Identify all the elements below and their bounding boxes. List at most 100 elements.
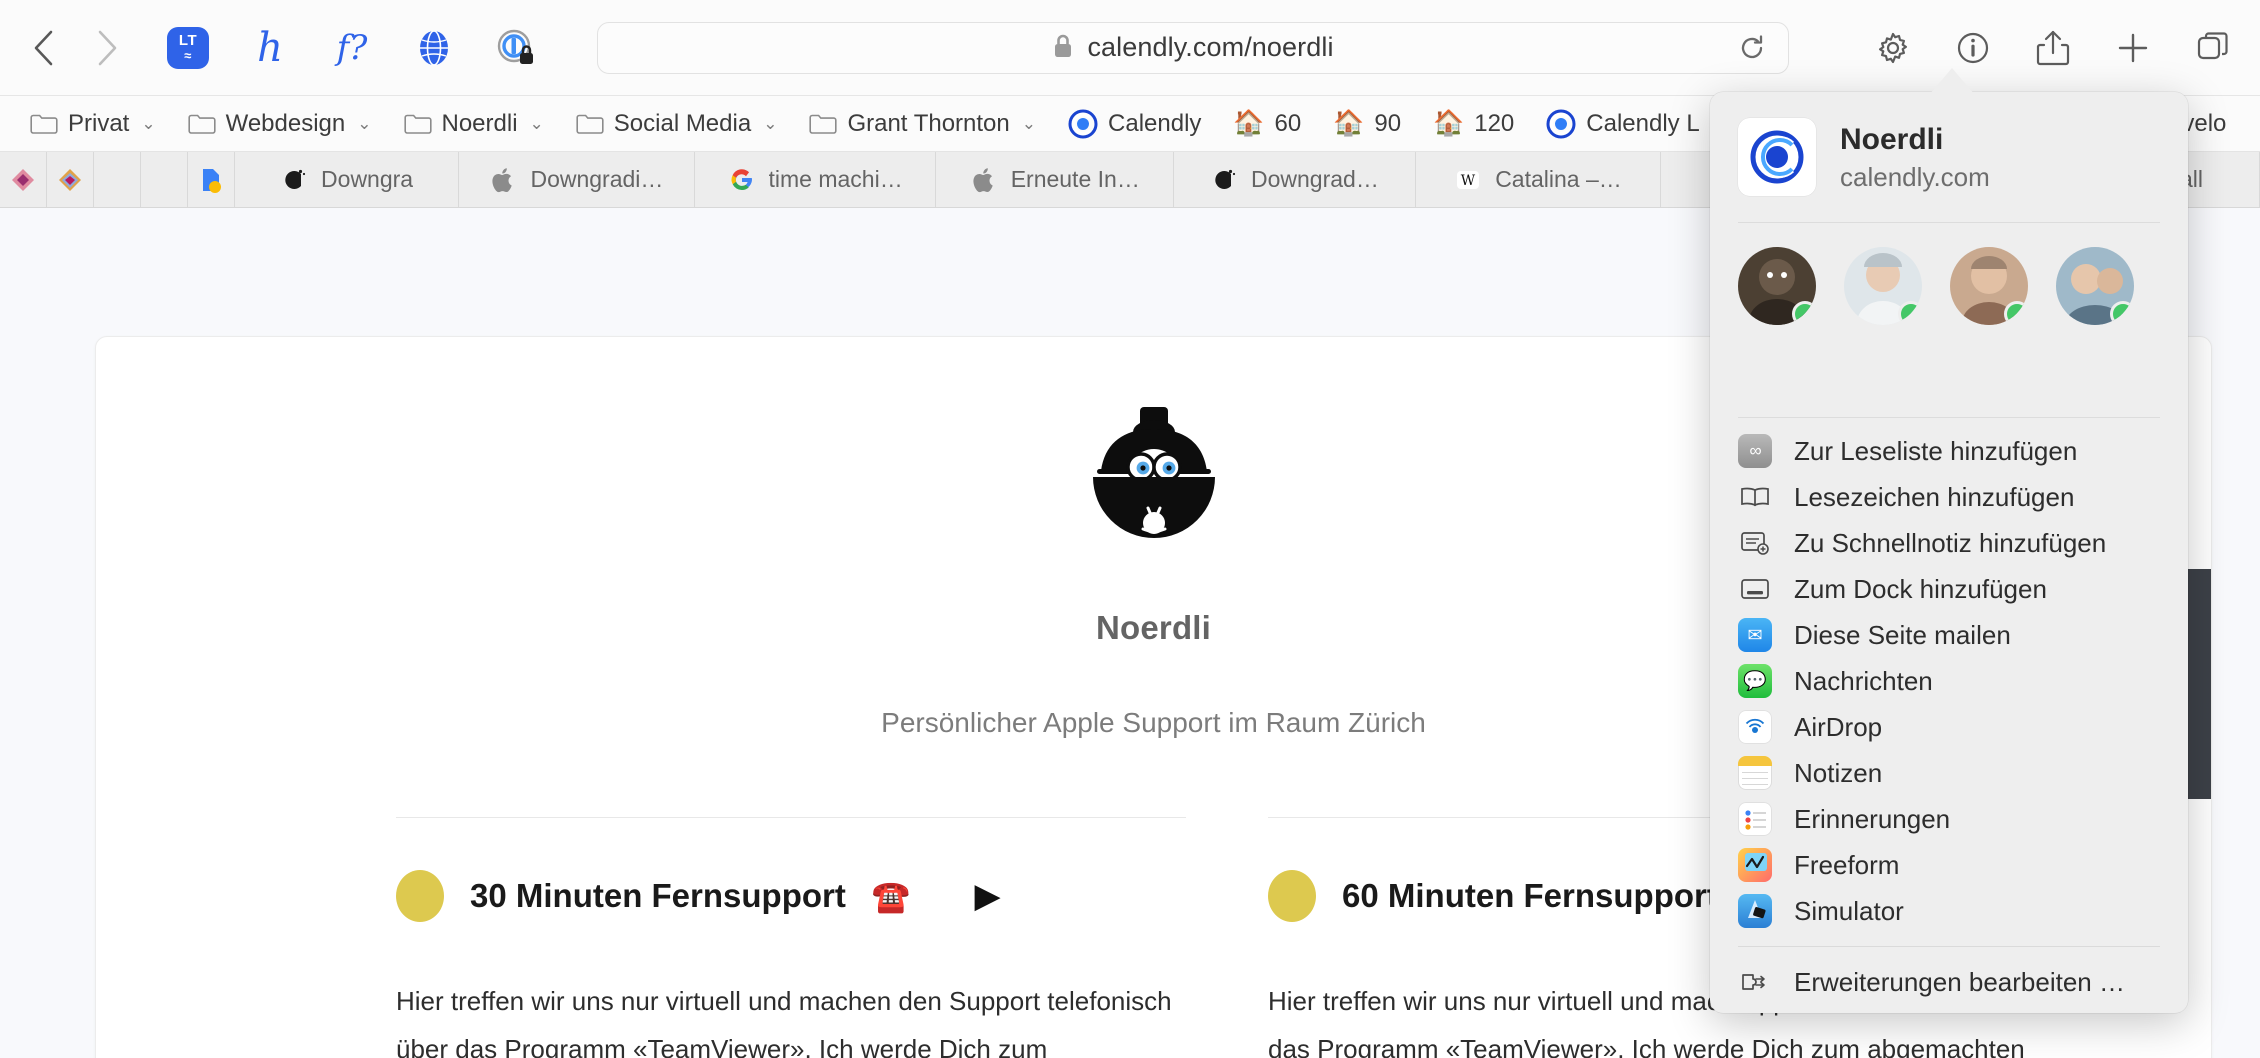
- tab-title: Downgrad…: [1250, 166, 1379, 192]
- bookmark-120[interactable]: 🏠 120: [1417, 103, 1530, 145]
- menu-item-reminders[interactable]: Erinnerungen: [1710, 796, 2188, 842]
- macrumors-icon: [280, 166, 308, 194]
- menu-item-airdrop[interactable]: AirDrop: [1710, 704, 2188, 750]
- bookmark-label: Noerdli: [441, 109, 518, 137]
- menu-item-add-to-dock[interactable]: Zum Dock hinzufügen: [1710, 566, 2188, 612]
- calendly-icon: [1546, 109, 1576, 139]
- event-card-30min[interactable]: 30 Minuten Fernsupport ☎️ ▶ Hier treffen…: [396, 817, 1186, 1058]
- menu-item-quick-note[interactable]: Zu Schnellnotiz hinzufügen: [1710, 520, 2188, 566]
- share-icon[interactable]: [2032, 27, 2074, 69]
- address-bar[interactable]: calendly.com/noerdli: [597, 21, 1789, 74]
- bookmark-folder-webdesign[interactable]: Webdesign ⌄: [172, 103, 388, 145]
- contact-avatar-2[interactable]: [1844, 247, 1922, 325]
- tab-item[interactable]: Downgra: [235, 152, 460, 207]
- bookmark-label: Social Media: [613, 109, 752, 137]
- bookmark-label: 90: [1374, 109, 1402, 137]
- tab-item[interactable]: [188, 152, 236, 207]
- bookmark-folder-grant-thornton[interactable]: Grant Thornton ⌄: [793, 103, 1052, 145]
- menu-item-edit-extensions[interactable]: Erweiterungen bearbeiten …: [1710, 959, 2188, 1005]
- lock-icon: [1052, 33, 1074, 63]
- tab-overview-icon[interactable]: [2192, 27, 2234, 69]
- menu-item-mail-page[interactable]: ✉ Diese Seite mailen: [1710, 612, 2188, 658]
- event-title: 60 Minuten Fernsupport: [1342, 877, 1718, 914]
- menu-item-label: Freeform: [1794, 849, 1900, 880]
- menu-item-add-bookmark[interactable]: Lesezeichen hinzufügen: [1710, 474, 2188, 520]
- house-icon: 🏠: [1333, 109, 1365, 137]
- online-badge: [1792, 301, 1816, 325]
- online-badge: [1898, 301, 1922, 325]
- chevron-down-icon: ⌄: [529, 113, 544, 133]
- calendly-icon: [1068, 109, 1098, 139]
- reload-button[interactable]: [1734, 30, 1770, 66]
- contact-avatar-1[interactable]: [1738, 247, 1816, 325]
- chevron-down-icon: ⌄: [141, 113, 156, 133]
- tab-item[interactable]: time machi…: [694, 152, 937, 207]
- privacy-lock-extension-icon[interactable]: [492, 24, 540, 72]
- menu-item-label: Erinnerungen: [1794, 803, 1951, 834]
- plus-icon[interactable]: [2112, 27, 2154, 69]
- bookmark-60[interactable]: 🏠 60: [1217, 103, 1317, 145]
- contact-avatar-3[interactable]: [1950, 247, 2028, 325]
- tab-item[interactable]: [141, 152, 189, 207]
- house-icon: 🏠: [1233, 109, 1265, 137]
- menu-item-reading-list[interactable]: ∞ Zur Leseliste hinzufügen: [1710, 428, 2188, 474]
- languagetool-extension-icon[interactable]: LT ≈: [164, 24, 212, 72]
- address-bar-container: calendly.com/noerdli: [540, 21, 1846, 74]
- tab-title: Downgradi…: [530, 166, 664, 192]
- chevron-down-icon: ⌄: [357, 113, 372, 133]
- tab-item[interactable]: [47, 152, 95, 207]
- folder-icon: [809, 112, 838, 135]
- tab-item[interactable]: W Catalina –…: [1415, 152, 1662, 207]
- contact-avatar-4[interactable]: [2056, 247, 2134, 325]
- bookmark-folder-social-media[interactable]: Social Media ⌄: [560, 103, 794, 145]
- bookmark-label: Webdesign: [225, 109, 346, 137]
- event-title: 30 Minuten Fernsupport: [470, 877, 846, 914]
- menu-item-label: Lesezeichen hinzufügen: [1794, 481, 2075, 512]
- menu-item-label: AirDrop: [1794, 711, 1883, 742]
- bookmark-label: Calendly L: [1586, 109, 1700, 137]
- bookmark-calendly[interactable]: Calendly: [1052, 103, 1217, 145]
- tab-title: Erneute In…: [1010, 166, 1140, 192]
- telephone-icon: ☎️: [871, 878, 911, 914]
- reminders-icon: [1738, 802, 1772, 836]
- info-icon[interactable]: [1952, 27, 1994, 69]
- menu-item-messages[interactable]: 💬 Nachrichten: [1710, 658, 2188, 704]
- event-arrow-icon[interactable]: ▶: [974, 876, 1000, 916]
- bookmark-calendly-l[interactable]: Calendly L: [1530, 103, 1715, 145]
- address-bar-url: calendly.com/noerdli: [1087, 32, 1334, 62]
- tab-item[interactable]: [0, 152, 48, 207]
- toolbar-right-buttons: [1846, 27, 2234, 69]
- safari-browser-window: LT ≈ h f? calendly.com/noerdli Privat ⌄ …: [0, 0, 2260, 1058]
- tab-title: time machi…: [768, 166, 903, 192]
- extension-puzzle-icon: [1738, 965, 1772, 999]
- bookmark-folder-noerdli[interactable]: Noerdli ⌄: [388, 103, 560, 145]
- airdrop-icon: [1738, 710, 1772, 744]
- tab-item[interactable]: Downgrad…: [1174, 152, 1416, 207]
- forward-button[interactable]: [90, 30, 124, 65]
- browser-toolbar: LT ≈ h f? calendly.com/noerdli: [0, 0, 2260, 96]
- menu-item-freeform[interactable]: Freeform: [1710, 842, 2188, 888]
- popover-header: Noerdli calendly.com: [1710, 92, 2188, 222]
- fontface-extension-icon[interactable]: f?: [328, 24, 376, 72]
- menu-item-simulator[interactable]: Simulator: [1710, 888, 2188, 934]
- tab-item[interactable]: Downgradi…: [459, 152, 695, 207]
- simulator-icon: [1738, 894, 1772, 928]
- tab-item[interactable]: Erneute In…: [936, 152, 1175, 207]
- menu-item-notes[interactable]: Notizen: [1710, 750, 2188, 796]
- menu-item-label: Simulator: [1794, 895, 1904, 926]
- bookmark-folder-privat[interactable]: Privat ⌄: [14, 103, 172, 145]
- online-badge: [2004, 301, 2028, 325]
- globe-extension-icon[interactable]: [410, 24, 458, 72]
- back-button[interactable]: [26, 30, 60, 65]
- popover-pointer: [1930, 68, 1974, 94]
- menu-item-label: Zum Dock hinzufügen: [1794, 573, 2047, 604]
- macrumors-icon: [1210, 166, 1238, 194]
- honey-extension-icon[interactable]: h: [246, 24, 294, 72]
- bookmark-label: 60: [1274, 109, 1302, 137]
- gear-icon[interactable]: [1872, 27, 1914, 69]
- chevron-down-icon: ⌄: [763, 113, 778, 133]
- tab-item[interactable]: [94, 152, 142, 207]
- folder-icon: [30, 112, 58, 135]
- bookmark-90[interactable]: 🏠 90: [1317, 103, 1417, 145]
- mail-icon: ✉: [1738, 618, 1772, 652]
